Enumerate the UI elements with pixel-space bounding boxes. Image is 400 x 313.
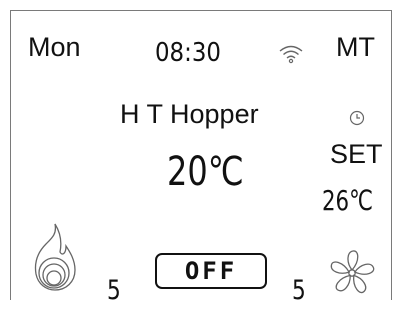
fan-level: 5	[292, 275, 306, 306]
power-button[interactable]: OFF	[155, 253, 267, 289]
current-temperature: 20℃	[167, 149, 244, 195]
wifi-icon	[278, 44, 304, 67]
heat-level: 5	[107, 275, 121, 306]
mode-label[interactable]: MT	[336, 34, 375, 61]
clock-icon[interactable]	[349, 110, 365, 129]
power-button-label: OFF	[184, 257, 238, 285]
day-label: Mon	[28, 32, 81, 62]
set-temperature[interactable]: 26℃	[322, 187, 373, 215]
set-label[interactable]: SET	[330, 141, 383, 168]
device-name: H T Hopper	[120, 99, 259, 129]
flame-icon[interactable]	[32, 222, 78, 295]
fan-icon[interactable]	[327, 248, 377, 301]
time-display: 08:30	[155, 38, 221, 68]
thermostat-screen: Mon 08:30 MT H T Hopper 20℃ SET 26℃ 5 OF…	[0, 0, 400, 313]
